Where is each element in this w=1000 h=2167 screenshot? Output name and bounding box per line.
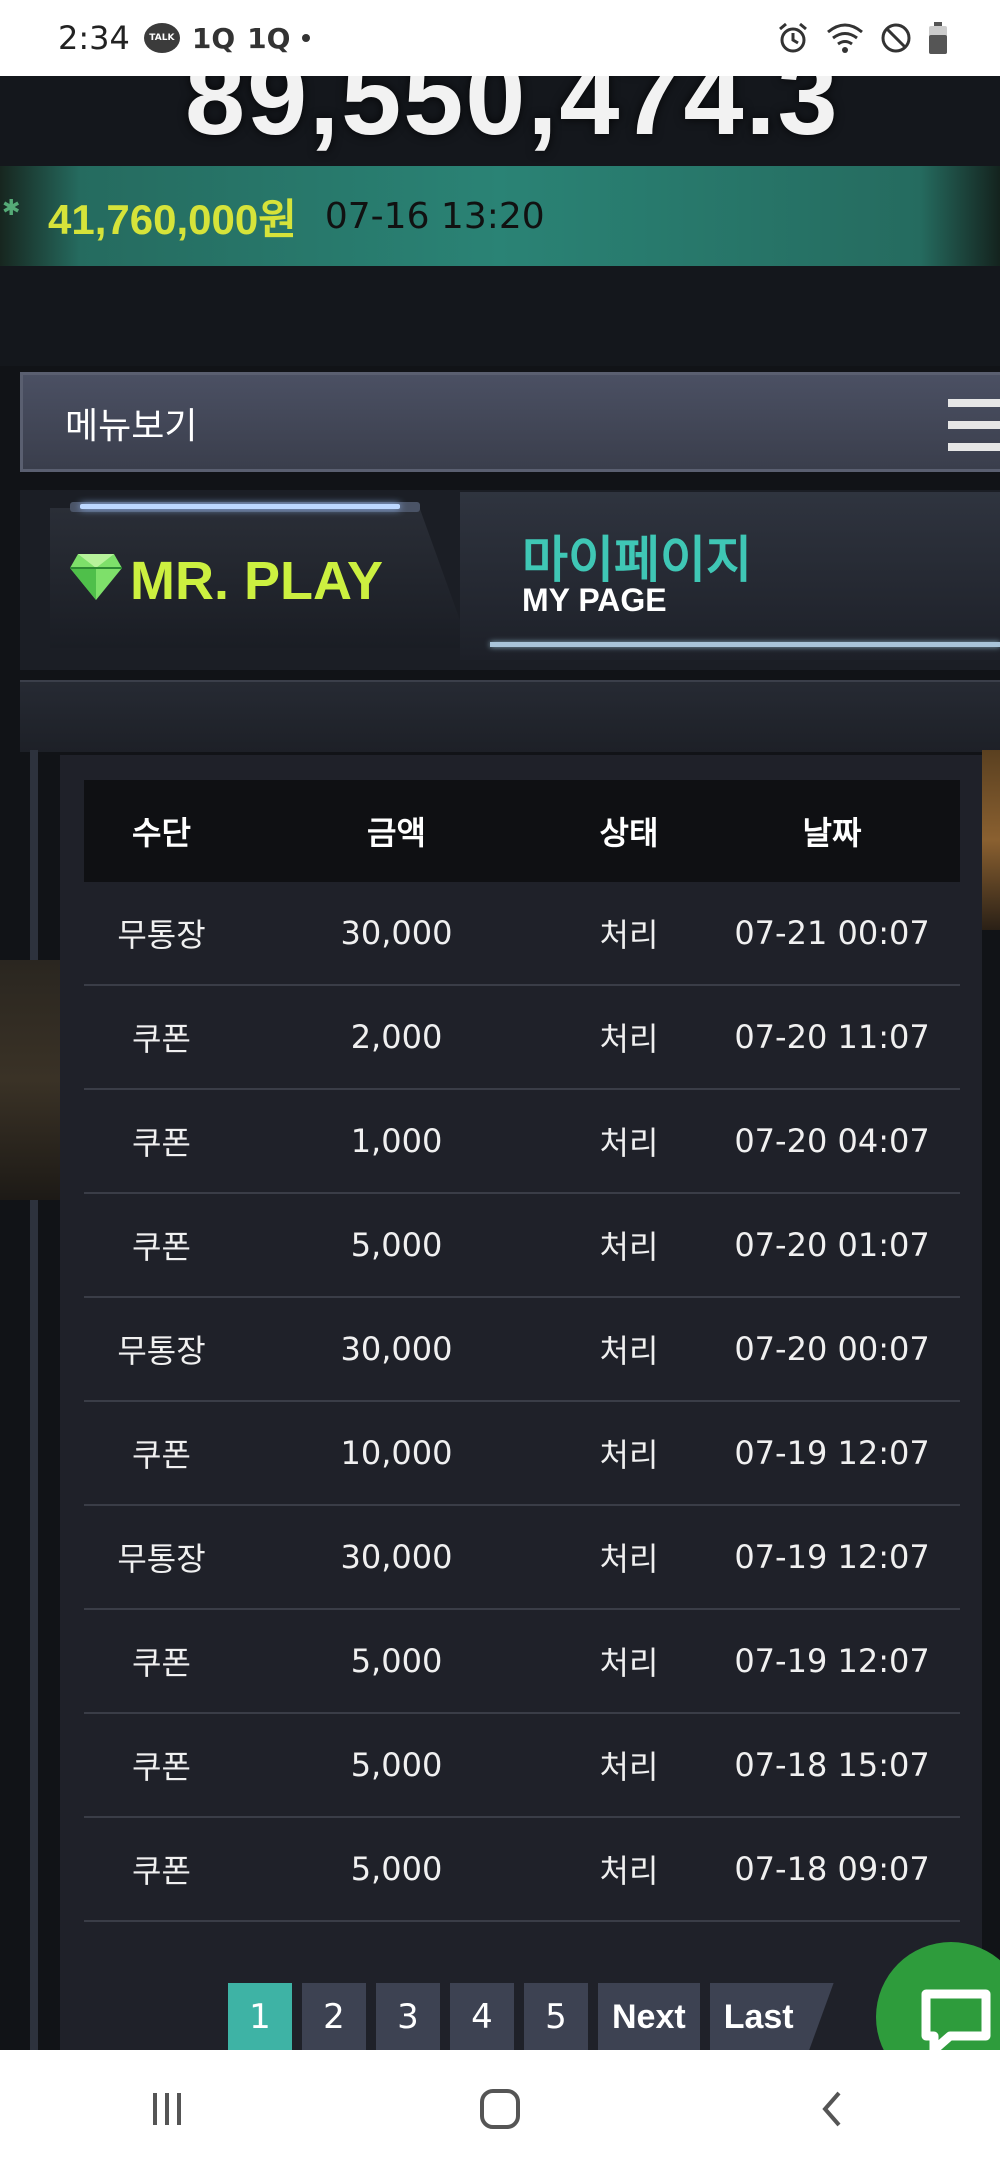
wifi-icon [826,22,864,54]
page-button-5[interactable]: 5 [524,1983,588,2051]
do-not-disturb-icon [880,22,912,54]
recent-apps-icon[interactable] [107,2069,227,2149]
status-bar: 2:34 TALK 1Q 1Q [0,0,1000,76]
cell-method: 무통장 [117,1332,206,1370]
diamond-icon [68,552,124,606]
table-body: 무통장 30,000 처리 07-21 00:07 쿠폰 2,000 처리 07-20 11… [84,882,960,1922]
table-row: 쿠폰 5,000 처리 07-18 09:07 [84,1818,960,1922]
sub-bar [20,680,1000,752]
cell-amount: 5,000 [350,1850,443,1888]
cell-method: 쿠폰 [132,1644,191,1682]
cell-status: 처리 [599,1436,659,1474]
next-page-button[interactable]: Next [598,1983,700,2051]
cell-date: 07-19 12:07 [734,1642,930,1680]
cell-date: 07-20 04:07 [734,1122,930,1160]
cell-date: 07-21 00:07 [734,914,930,952]
menu-label: 메뉴보기 [65,406,198,447]
pagination: 1 2 3 4 5 Next Last [228,1983,834,2051]
back-icon[interactable] [773,2069,893,2149]
cell-amount: 5,000 [350,1746,443,1784]
column-header-status: 상태 [599,814,659,852]
cell-amount: 5,000 [350,1642,443,1680]
logo[interactable]: MR. PLAY [130,550,383,612]
cell-amount: 30,000 [340,1330,453,1368]
cell-date: 07-18 15:07 [734,1746,930,1784]
column-header-date: 날짜 [802,814,862,852]
page-button-2[interactable]: 2 [302,1983,366,2051]
1q-icon: 1Q [247,21,291,55]
menu-toggle-bar[interactable]: 메뉴보기 [20,372,1000,472]
cell-status: 처리 [599,1332,659,1370]
cell-status: 처리 [599,1644,659,1682]
mypage-header: 마이페이지 MY PAGE [460,492,1000,660]
page-subtitle: MY PAGE [522,582,667,618]
table-row: 쿠폰 5,000 처리 07-20 01:07 [84,1194,960,1298]
table-header: 수단 금액 상태 날짜 [84,780,960,882]
ticker-date: 07-16 13:20 [324,195,545,237]
column-header-amount: 금액 [367,814,426,852]
cell-method: 무통장 [117,916,206,954]
cell-date: 07-20 11:07 [734,1018,930,1056]
alarm-icon [776,21,810,55]
page-button-1[interactable]: 1 [228,1983,292,2051]
cell-status: 처리 [599,1748,659,1786]
cell-amount: 30,000 [340,914,453,952]
cell-method: 무통장 [117,1540,206,1578]
cell-method: 쿠폰 [132,1436,191,1474]
cell-method: 쿠폰 [132,1020,191,1058]
1q-icon: 1Q [191,21,236,55]
cell-date: 07-19 12:07 [734,1538,930,1576]
cell-amount: 10,000 [340,1434,453,1472]
ticker-amount: 41,760,000원 [48,195,297,243]
cell-date: 07-19 12:07 [734,1434,930,1472]
table-row: 쿠폰 2,000 처리 07-20 11:07 [84,986,960,1090]
status-time: 2:34 [58,19,130,57]
cell-status: 처리 [599,1852,659,1890]
page-button-3[interactable]: 3 [376,1983,440,2051]
battery-icon [928,21,948,55]
page-banner: MR. PLAY 마이페이지 MY PAGE [20,490,1000,670]
cell-status: 처리 [599,1124,659,1162]
table-row: 쿠폰 1,000 처리 07-20 04:07 [84,1090,960,1194]
table-row: 무통장 30,000 처리 07-19 12:07 [84,1506,960,1610]
history-table: 수단 금액 상태 날짜 무통장 30,000 처리 07-21 00:07 쿠폰 2,0… [84,780,960,1922]
last-page-button[interactable]: Last [709,1983,834,2051]
side-character-image [0,960,60,1200]
cell-method: 쿠폰 [132,1852,191,1890]
page-button-4[interactable]: 4 [450,1983,514,2051]
table-row: 쿠폰 10,000 처리 07-19 12:07 [84,1402,960,1506]
hamburger-icon[interactable] [948,399,1000,451]
cell-status: 처리 [599,916,659,954]
kakaotalk-icon: TALK [143,23,180,53]
cell-amount: 30,000 [340,1538,453,1576]
star-icon: ✱ [2,196,21,221]
dot-icon [302,34,311,42]
table-row: 무통장 30,000 처리 07-21 00:07 [84,882,960,986]
cell-amount: 2,000 [350,1018,443,1056]
table-row: 무통장 30,000 처리 07-20 00:07 [84,1298,960,1402]
cell-method: 쿠폰 [132,1228,191,1266]
top-area: 89,550,474.3 ✱ 41,760,000원 07-16 13:20 [0,76,1000,366]
cell-date: 07-20 01:07 [734,1226,930,1264]
jackpot-number: 89,550,474.3 [185,76,840,157]
column-header-method: 수단 [132,814,191,852]
cell-date: 07-20 00:07 [734,1330,930,1368]
side-decor-image [982,750,1000,930]
cell-date: 07-18 09:07 [734,1850,930,1888]
table-row: 쿠폰 5,000 처리 07-19 12:07 [84,1610,960,1714]
cell-status: 처리 [599,1020,659,1058]
cell-amount: 1,000 [350,1122,443,1160]
table-row: 쿠폰 5,000 처리 07-18 15:07 [84,1714,960,1818]
home-icon[interactable] [440,2069,560,2149]
cell-method: 쿠폰 [132,1748,191,1786]
cell-amount: 5,000 [350,1226,443,1264]
cell-status: 처리 [599,1540,659,1578]
system-nav-bar [0,2050,1000,2167]
cell-status: 처리 [599,1228,659,1266]
cell-method: 쿠폰 [132,1124,191,1162]
winner-ticker: ✱ 41,760,000원 07-16 13:20 [0,166,1000,266]
